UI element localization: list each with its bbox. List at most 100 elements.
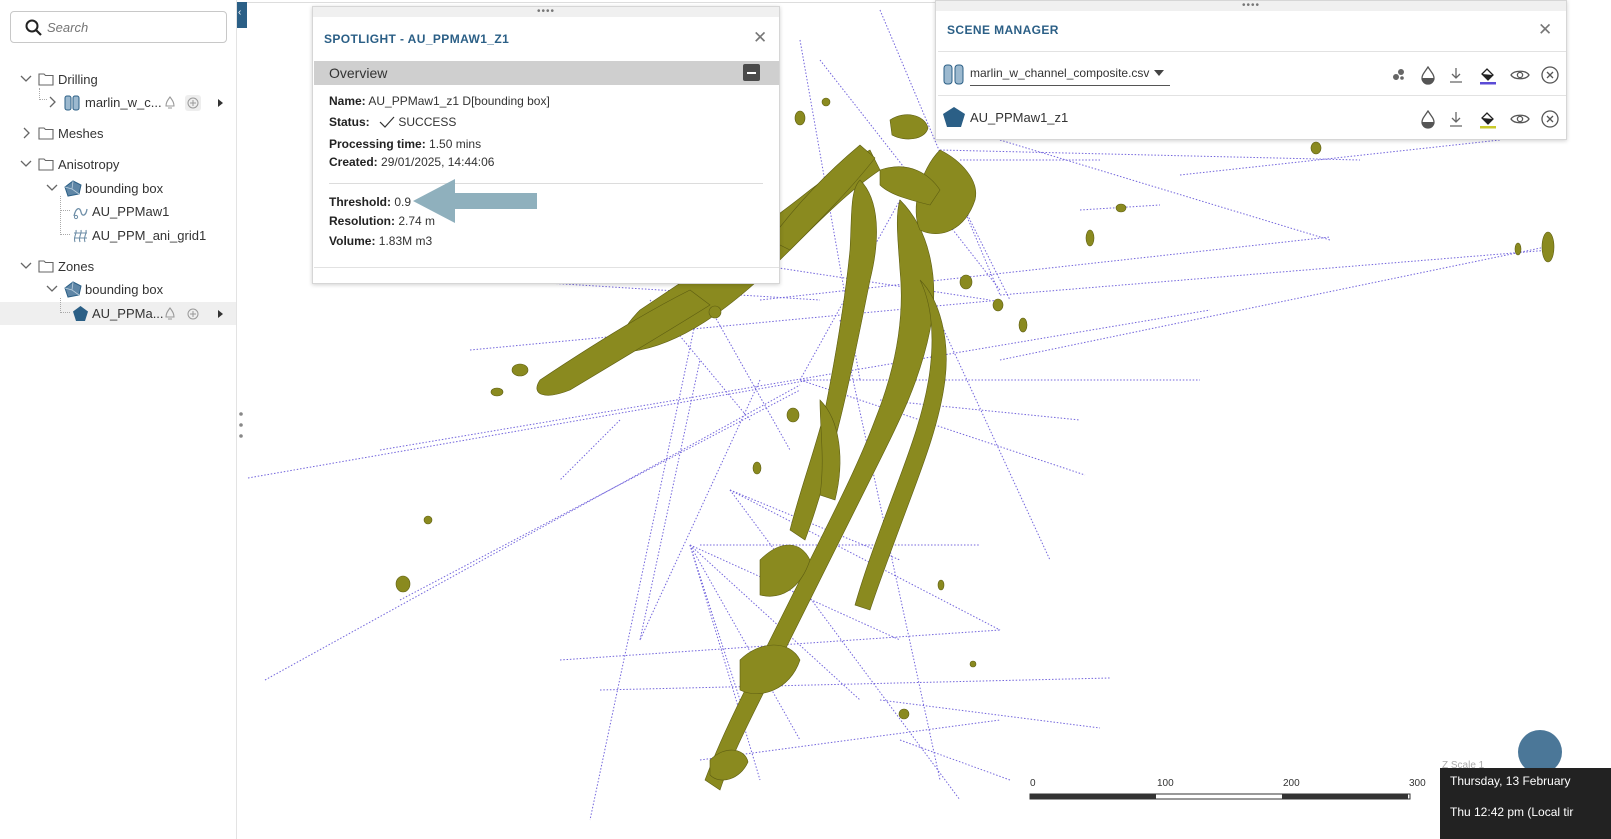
folder-icon	[38, 127, 54, 140]
prop-value: 1.50 mins	[429, 137, 482, 151]
row-actions	[162, 92, 232, 114]
tree-item-au-ppmaw1-z1[interactable]: AU_PPMa...	[70, 303, 236, 325]
download-icon[interactable]	[1446, 65, 1466, 85]
tooltip-time: Thu 12:42 pm (Local tir	[1450, 805, 1574, 819]
opacity-icon[interactable]	[1418, 109, 1438, 129]
select-underline	[970, 85, 1170, 86]
prop-key: Processing time:	[329, 137, 426, 151]
chevron-down-icon[interactable]	[46, 283, 58, 295]
prop-key: Created:	[329, 155, 378, 169]
points-icon[interactable]	[1388, 65, 1408, 85]
tree-item-drilling[interactable]: Drilling	[18, 69, 218, 91]
overview-label: Overview	[329, 65, 388, 81]
tree-connector	[60, 210, 70, 235]
chevron-left-icon: ‹	[238, 7, 242, 18]
tree-label: Zones	[58, 259, 95, 274]
tree-label: bounding box	[85, 282, 164, 297]
tree-label: AU_PPMaw1	[92, 204, 170, 219]
tree-label: Meshes	[58, 126, 104, 141]
prop-key: Name:	[329, 94, 366, 108]
close-icon[interactable]: ✕	[1538, 20, 1552, 40]
tree-item-drillhole[interactable]: marlin_w_c...	[44, 92, 236, 114]
remove-icon[interactable]	[1540, 65, 1560, 85]
spotlight-title: SPOTLIGHT - AU_PPMAW1_Z1	[324, 32, 510, 46]
bounding-box-icon	[64, 180, 82, 197]
expand-menu-icon[interactable]	[212, 306, 228, 322]
filter-icon[interactable]	[162, 306, 178, 322]
chevron-right-icon[interactable]	[46, 96, 58, 108]
search-input[interactable]	[47, 17, 217, 37]
prop-key: Volume:	[329, 234, 376, 248]
scene-manager-title: SCENE MANAGER	[947, 23, 1059, 37]
panel-drag-handle[interactable]: ••••	[936, 0, 1566, 11]
tree-label: AU_PPM_ani_grid1	[92, 228, 207, 243]
chevron-down-icon[interactable]	[20, 73, 32, 85]
grid-icon	[73, 229, 87, 243]
scale-bar-graphic	[1029, 793, 1411, 800]
overview-section-header[interactable]: Overview	[314, 61, 779, 85]
prop-value: AU_PPMaw1_z1 D[bounding box]	[368, 94, 550, 108]
eye-icon[interactable]	[1510, 65, 1530, 85]
prop-value: 0.9	[394, 195, 412, 209]
filter-icon[interactable]	[162, 95, 178, 111]
opacity-icon[interactable]	[1418, 65, 1438, 85]
tree-item-meshes[interactable]: Meshes	[18, 123, 218, 145]
scale-tick-label: 300	[1409, 778, 1426, 789]
tree-label: AU_PPMa...	[92, 306, 164, 321]
tree-item-zones-bbox[interactable]: bounding box	[44, 279, 224, 301]
panel-resize-handle[interactable]	[238, 410, 244, 440]
collapse-sidebar-button[interactable]: ‹	[237, 2, 247, 28]
search-box[interactable]	[10, 11, 227, 43]
collapse-section-button[interactable]	[743, 64, 760, 81]
prop-processing-time: Processing time: 1.50 mins	[329, 137, 481, 151]
drillhole-icon	[64, 95, 80, 111]
scale-tick-label: 100	[1157, 778, 1174, 789]
pentagon-icon	[73, 306, 88, 321]
remove-icon[interactable]	[1540, 109, 1560, 129]
date-time-tooltip: Thursday, 13 February Thu 12:42 pm (Loca…	[1440, 768, 1611, 839]
prop-key: Status:	[329, 115, 370, 129]
prop-value: SUCCESS	[398, 115, 457, 129]
scene-manager-panel: •••• SCENE MANAGER ✕ marlin_w_channel_co…	[935, 0, 1567, 140]
panel-drag-handle[interactable]: ••••	[313, 6, 779, 17]
folder-icon	[38, 260, 54, 273]
add-to-scene-icon[interactable]	[185, 306, 201, 322]
dropdown-arrow-icon[interactable]	[1154, 70, 1164, 77]
tree-label: Anisotropy	[58, 157, 120, 172]
prop-volume: Volume: 1.83M m3	[329, 234, 432, 248]
tree-item-zones[interactable]: Zones	[18, 256, 218, 278]
scene-row-grade-shell[interactable]: AU_PPMaw1_z1	[938, 95, 1566, 139]
tree-connector	[60, 298, 70, 313]
close-icon[interactable]: ✕	[753, 28, 767, 48]
tree-item-anisotropy-bbox[interactable]: bounding box	[44, 178, 224, 200]
scene-object-name: AU_PPMaw1_z1	[970, 110, 1069, 125]
download-icon[interactable]	[1446, 109, 1466, 129]
divider	[329, 183, 763, 184]
paint-bucket-icon[interactable]	[1478, 65, 1498, 85]
paint-bucket-icon[interactable]	[1478, 109, 1498, 129]
tree-label: Drilling	[58, 72, 98, 87]
eye-icon[interactable]	[1510, 109, 1530, 129]
tree-item-anisotropy[interactable]: Anisotropy	[18, 154, 218, 176]
drillhole-icon	[943, 64, 964, 85]
tree-label: marlin_w_c...	[85, 95, 162, 110]
chevron-down-icon[interactable]	[20, 158, 32, 170]
tree-item-au-ppm-ani-grid1[interactable]: AU_PPM_ani_grid1	[70, 225, 230, 247]
tree-item-au-ppmaw1[interactable]: AU_PPMaw1	[70, 201, 230, 223]
prop-status: Status: SUCCESS	[329, 115, 456, 129]
tree-label: bounding box	[85, 181, 164, 196]
prop-threshold: Threshold: 0.9	[329, 195, 411, 209]
scene-row-drillholes[interactable]: marlin_w_channel_composite.csv	[938, 51, 1566, 95]
prop-value: 1.83M m3	[378, 234, 433, 248]
folder-icon	[38, 73, 54, 86]
divider	[314, 267, 779, 268]
chevron-down-icon[interactable]	[20, 260, 32, 272]
chevron-right-icon[interactable]	[20, 127, 32, 139]
chevron-down-icon[interactable]	[46, 182, 58, 194]
expand-menu-icon[interactable]	[212, 95, 228, 111]
pentagon-icon	[943, 107, 965, 127]
prop-created: Created: 29/01/2025, 14:44:06	[329, 155, 494, 169]
viewport-top-border	[247, 0, 937, 3]
scene-object-name: marlin_w_channel_composite.csv	[970, 66, 1150, 80]
add-to-scene-icon[interactable]	[185, 95, 201, 111]
